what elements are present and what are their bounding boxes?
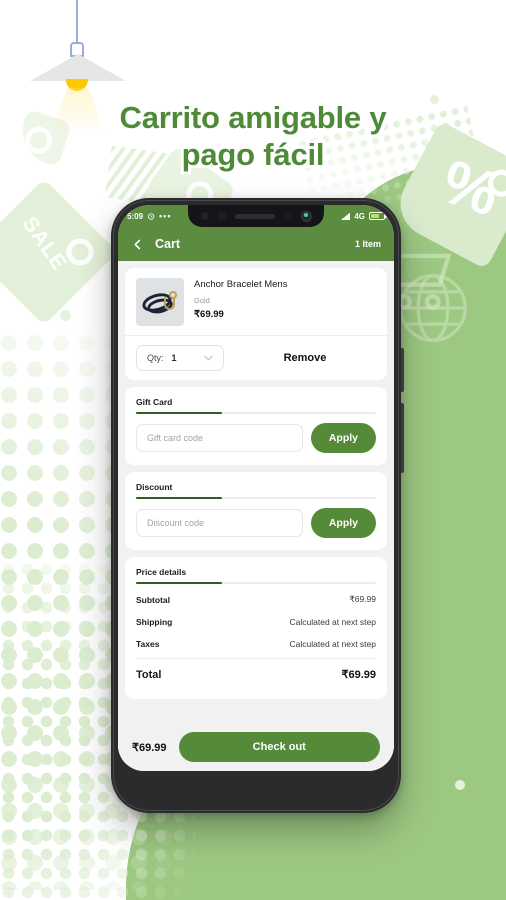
lamp-cord bbox=[76, 0, 78, 44]
quantity-value: 1 bbox=[171, 353, 177, 363]
total-row: Total ₹69.99 bbox=[136, 658, 376, 687]
section-underline bbox=[136, 497, 376, 499]
phone-notch bbox=[188, 205, 324, 227]
decor-dot bbox=[60, 310, 71, 321]
headline-line-1: Carrito amigable y bbox=[119, 100, 387, 135]
discount-apply-button[interactable]: Apply bbox=[310, 508, 376, 538]
price-details-section: Price details Subtotal ₹69.99 Shipping C… bbox=[125, 557, 387, 699]
gift-card-row: Apply bbox=[136, 423, 376, 453]
checkout-bar: ₹69.99 Check out bbox=[118, 723, 394, 771]
decor-dot bbox=[455, 780, 465, 790]
checkout-amount: ₹69.99 bbox=[132, 741, 167, 754]
globe-decor-icon bbox=[399, 274, 467, 342]
discount-title: Discount bbox=[136, 482, 173, 492]
chevron-down-icon[interactable] bbox=[204, 355, 213, 361]
product-price: ₹69.99 bbox=[194, 308, 224, 320]
cart-item-count: 1 Item bbox=[354, 239, 381, 249]
cart-content[interactable]: Anchor Bracelet Mens Gold ₹69.99 Qty: 1 bbox=[118, 261, 394, 771]
price-row: Shipping Calculated at next step bbox=[136, 611, 376, 633]
anchor-charm-icon bbox=[164, 291, 177, 310]
earpiece-speaker-icon bbox=[234, 213, 275, 219]
gift-card-section: Gift Card Apply bbox=[125, 387, 387, 465]
product-name: Anchor Bracelet Mens bbox=[194, 279, 288, 290]
app-header-title: Cart bbox=[155, 237, 181, 251]
price-row-value: Calculated at next step bbox=[289, 617, 376, 627]
price-row-label: Subtotal bbox=[136, 594, 170, 605]
total-value: ₹69.99 bbox=[341, 669, 376, 681]
gift-card-input[interactable] bbox=[136, 424, 303, 452]
phone-button-power bbox=[401, 348, 404, 392]
headline-line-2: pago fácil bbox=[181, 136, 325, 172]
phone-mockup: 5:09 ••• 4G Cart 1 Item Anchor Bracelet … bbox=[111, 198, 404, 813]
price-row: Subtotal ₹69.99 bbox=[136, 588, 376, 611]
status-more-dots: ••• bbox=[159, 211, 172, 221]
price-details-title: Price details bbox=[136, 567, 187, 577]
proximity-sensor-icon bbox=[200, 212, 209, 220]
checkout-button[interactable]: Check out bbox=[178, 732, 380, 762]
page-title: Carrito amigable y pago fácil bbox=[0, 100, 506, 173]
total-label: Total bbox=[136, 668, 162, 681]
pendant-lamp-icon bbox=[22, 0, 132, 134]
network-label: 4G bbox=[354, 211, 365, 221]
discount-row: Apply bbox=[136, 508, 376, 538]
phone-button-volume bbox=[401, 403, 404, 473]
price-row: Taxes Calculated at next step bbox=[136, 633, 376, 655]
cart-item-actions: Qty: 1 Remove bbox=[125, 335, 387, 380]
product-variant: Gold bbox=[194, 295, 210, 305]
product-thumbnail[interactable] bbox=[136, 278, 184, 326]
price-details-body: Price details Subtotal ₹69.99 Shipping C… bbox=[125, 557, 387, 699]
battery-icon bbox=[369, 212, 387, 220]
promo-banner: SALE % Carrito amigable y pago fácil 5:0… bbox=[0, 0, 506, 900]
discount-input[interactable] bbox=[136, 509, 303, 537]
section-underline bbox=[136, 582, 376, 584]
section-underline bbox=[136, 412, 376, 414]
price-rows: Subtotal ₹69.99 Shipping Calculated at n… bbox=[136, 588, 376, 687]
gift-card-body: Gift Card Apply bbox=[125, 387, 387, 465]
quantity-label: Qty: bbox=[147, 353, 164, 363]
alarm-icon bbox=[147, 213, 155, 220]
price-row-label: Taxes bbox=[136, 639, 160, 649]
cart-item-row[interactable]: Anchor Bracelet Mens Gold ₹69.99 bbox=[125, 268, 387, 335]
phone-screen: 5:09 ••• 4G Cart 1 Item Anchor Bracelet … bbox=[118, 205, 394, 771]
price-row-label: Shipping bbox=[136, 617, 173, 627]
quantity-stepper[interactable]: Qty: 1 bbox=[136, 345, 224, 371]
back-chevron-icon[interactable] bbox=[131, 238, 144, 251]
status-time: 5:09 bbox=[127, 211, 144, 221]
price-row-value: Calculated at next step bbox=[289, 639, 376, 649]
discount-body: Discount Apply bbox=[125, 472, 387, 550]
cart-item-card: Anchor Bracelet Mens Gold ₹69.99 Qty: 1 bbox=[125, 268, 387, 380]
lamp-shade bbox=[30, 54, 126, 81]
discount-section: Discount Apply bbox=[125, 472, 387, 550]
remove-button[interactable]: Remove bbox=[234, 352, 376, 364]
status-bar-right: 4G bbox=[340, 211, 387, 221]
gift-card-title: Gift Card bbox=[136, 397, 173, 407]
front-camera-icon bbox=[300, 210, 312, 222]
sensor-icon bbox=[283, 212, 292, 220]
light-sensor-icon bbox=[217, 212, 226, 220]
gift-card-apply-button[interactable]: Apply bbox=[310, 423, 376, 453]
product-info: Anchor Bracelet Mens Gold ₹69.99 bbox=[194, 278, 376, 326]
signal-icon bbox=[340, 212, 351, 220]
price-row-value: ₹69.99 bbox=[349, 594, 376, 604]
app-header: Cart 1 Item bbox=[118, 227, 394, 261]
status-bar-left: 5:09 ••• bbox=[127, 211, 171, 221]
